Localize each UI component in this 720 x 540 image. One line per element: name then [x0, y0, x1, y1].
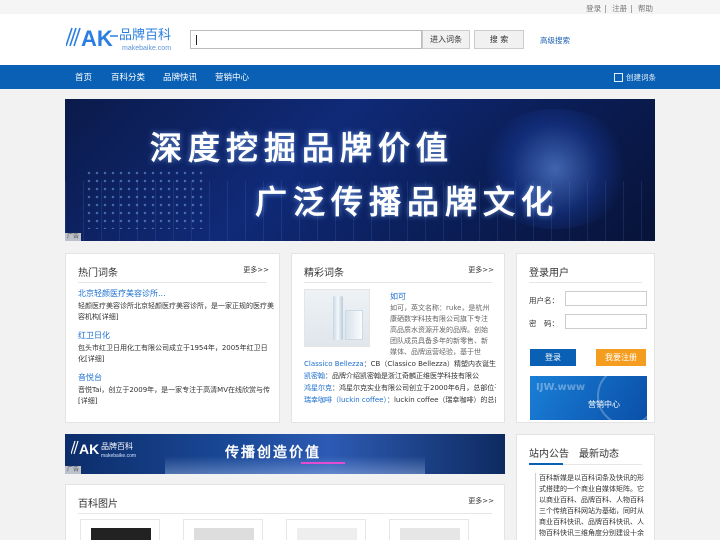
- picture-image: [91, 528, 151, 540]
- svg-text:品牌百科: 品牌百科: [101, 441, 133, 451]
- entry-desc: 轻颜医疗美容诊所北京轻颜医疗美容诊所，是一家正规的医疗美容机构[详细]: [78, 302, 274, 321]
- list-item: 北京轻颜医疗美容诊所... 轻颜医疗美容诊所北京轻颜医疗美容诊所，是一家正规的医…: [78, 288, 274, 323]
- entry-title[interactable]: 北京轻颜医疗美容诊所...: [78, 288, 274, 299]
- picture-thumb[interactable]: [286, 519, 366, 540]
- featured-entries-panel: 精彩词条 更多>> 如可 如可，英文名称：ruke，是杭州康硒数字科技有限公司旗…: [291, 253, 505, 423]
- username-label: 用户名：: [529, 296, 559, 305]
- register-link[interactable]: 注册: [612, 4, 627, 13]
- entry-desc: 音悦Tai，创立于2009年，是一家专注于高清MV在线欣赏与传[详细]: [78, 386, 270, 405]
- logo-url: makebaike.com: [122, 45, 171, 52]
- ad-tag: 广告: [65, 466, 82, 474]
- divider: [529, 282, 642, 283]
- logo-text: AK: [81, 26, 113, 51]
- slogan-banner[interactable]: AK 品牌百科 makebaike.com 传播创造价值 广告: [65, 434, 505, 474]
- tab-news[interactable]: 最新动态: [579, 449, 619, 460]
- entry-name[interactable]: 瑞幸咖啡（luckin coffee）: [304, 396, 387, 404]
- banner-line2: 广泛传播品牌文化: [255, 183, 560, 221]
- list-item: Classico Bellezza：CB（Classico Bellezza）精…: [304, 360, 496, 368]
- entry-desc: 包头市红卫日用化工有限公司成立于1954年，2005年红卫日化[详细]: [78, 344, 268, 363]
- marketing-center-label: 营销中心: [588, 400, 620, 409]
- logo-mark: AK 品牌百科 makebaike.com: [65, 26, 171, 52]
- header: AK 品牌百科 makebaike.com 进入词条 搜 索 高级搜索: [0, 14, 720, 65]
- featured-top-desc: 如可，英文名称：ruke，是杭州康硒数字科技有限公司旗下专注高品质水资源开发的品…: [390, 304, 490, 356]
- bottle-graphic: [333, 296, 343, 340]
- banner-slogan: 传播创造价值: [225, 445, 321, 461]
- featured-top-title[interactable]: 如可: [390, 291, 406, 302]
- hot-title: 热门词条: [78, 268, 118, 279]
- featured-more-link[interactable]: 更多>>: [468, 265, 494, 275]
- search-button[interactable]: 搜 索: [474, 30, 524, 49]
- notice-text: 百科新媒是以百科词条及快讯的形式搭建的一个商业自媒体矩阵。它以商业百科、品牌百科…: [535, 473, 649, 540]
- advanced-search-link[interactable]: 高级搜索: [540, 35, 570, 46]
- divider: [304, 282, 492, 283]
- password-input[interactable]: [565, 314, 647, 329]
- entry-title[interactable]: 音悦台: [78, 372, 274, 383]
- logo-cn: 品牌百科: [119, 27, 171, 43]
- list-item: 音悦台 音悦Tai，创立于2009年，是一家专注于高清MV在线欣赏与传[详细]: [78, 372, 274, 407]
- pictures-panel: 百科图片 更多>>: [65, 484, 505, 540]
- main-nav: 首页 百科分类 品牌快讯 营销中心 创建词条: [0, 65, 720, 89]
- active-tab-indicator: [529, 463, 563, 465]
- top-bar: 登录 | 注册 | 帮助: [0, 0, 720, 14]
- nav-marketing[interactable]: 营销中心: [215, 71, 249, 83]
- tab-notice[interactable]: 站内公告: [529, 449, 569, 460]
- divider: [78, 513, 492, 514]
- login-button[interactable]: 登录: [530, 349, 576, 366]
- list-item: 瑞幸咖啡（luckin coffee）：luckin coffee（瑞幸咖啡）的…: [304, 396, 496, 404]
- register-button[interactable]: 我要注册: [596, 349, 646, 366]
- hero-banner[interactable]: 深度挖掘品牌价值 广泛传播品牌文化 广告: [65, 99, 655, 241]
- enter-entry-button[interactable]: 进入词条: [422, 30, 470, 49]
- entry-title[interactable]: 红卫日化: [78, 330, 274, 341]
- login-panel: 登录用户 用户名： 密 码： 登录 我要注册 IJW.www 营销中心: [516, 253, 655, 423]
- entry-name[interactable]: 凯密翰: [304, 372, 325, 380]
- picture-image: [194, 528, 254, 540]
- password-label: 密 码：: [529, 319, 559, 328]
- hot-more-link[interactable]: 更多>>: [243, 265, 269, 275]
- login-title: 登录用户: [529, 268, 569, 279]
- search-input[interactable]: [190, 30, 422, 49]
- svg-text:AK: AK: [79, 441, 99, 457]
- help-link[interactable]: 帮助: [638, 4, 653, 13]
- ad-tag: 广告: [65, 233, 82, 241]
- nav-home[interactable]: 首页: [75, 71, 92, 83]
- picture-image: [297, 528, 357, 540]
- login-link[interactable]: 登录: [586, 4, 601, 13]
- entry-name[interactable]: Classico Bellezza: [304, 360, 364, 368]
- arc-decoration: [597, 376, 647, 420]
- create-entry-link[interactable]: 创建词条: [614, 72, 656, 83]
- pictures-more-link[interactable]: 更多>>: [468, 496, 494, 506]
- marketing-center-banner[interactable]: IJW.www 营销中心: [530, 376, 647, 420]
- list-item: 鸿星尔克：鸿星尔克实业有限公司创立于2000年6月，总部位于: [304, 384, 496, 392]
- text-caret: [196, 35, 197, 45]
- edit-icon: [614, 73, 623, 82]
- notice-panel: 站内公告 最新动态 百科新媒是以百科词条及快讯的形式搭建的一个商业自媒体矩阵。它以…: [516, 434, 655, 540]
- banner-dots: [85, 169, 205, 229]
- banner-line1: 深度挖掘品牌价值: [150, 129, 455, 167]
- box-graphic: [345, 310, 363, 340]
- top-links: 登录 | 注册 | 帮助: [586, 4, 653, 13]
- username-input[interactable]: [565, 291, 647, 306]
- featured-title: 精彩词条: [304, 268, 344, 279]
- notice-tabs: 站内公告 最新动态: [529, 445, 629, 460]
- slogan-underline: [301, 462, 345, 464]
- picture-thumb[interactable]: [183, 519, 263, 540]
- picture-thumb[interactable]: [80, 519, 160, 540]
- picture-thumb[interactable]: [389, 519, 469, 540]
- featured-image[interactable]: [304, 289, 370, 347]
- nav-categories[interactable]: 百科分类: [111, 71, 145, 83]
- hot-entries-panel: 热门词条 更多>> 北京轻颜医疗美容诊所... 轻颜医疗美容诊所北京轻颜医疗美容…: [65, 253, 280, 423]
- list-item: 凯密翰：品牌介绍凯密翰是浙江奇麟正维医学科技有限公: [304, 372, 479, 380]
- marketing-watermark: IJW.www: [536, 382, 586, 393]
- pictures-title: 百科图片: [78, 499, 118, 510]
- list-item: 红卫日化 包头市红卫日用化工有限公司成立于1954年，2005年红卫日化[详细]: [78, 330, 274, 365]
- svg-text:makebaike.com: makebaike.com: [101, 453, 136, 459]
- divider: [78, 282, 267, 283]
- site-logo[interactable]: AK 品牌百科 makebaike.com: [65, 24, 178, 54]
- entry-name[interactable]: 鸿星尔克: [304, 384, 332, 392]
- nav-news[interactable]: 品牌快讯: [163, 71, 197, 83]
- picture-image: [400, 528, 460, 540]
- banner-logo: AK 品牌百科 makebaike.com: [71, 440, 136, 459]
